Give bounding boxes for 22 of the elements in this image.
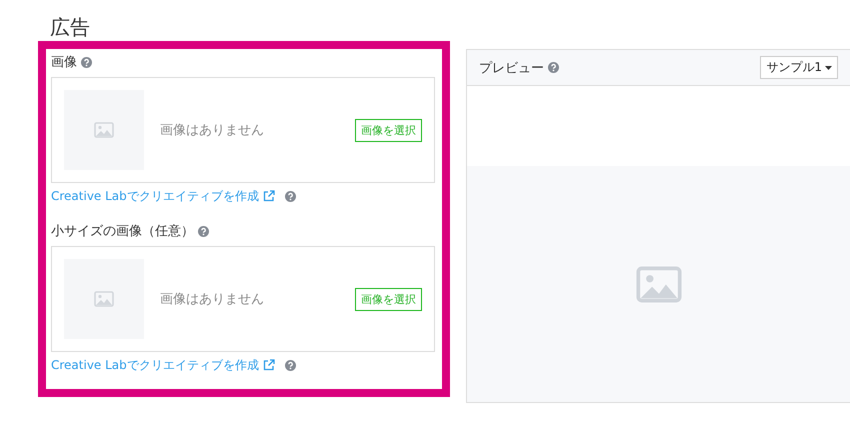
caret-icon	[825, 66, 832, 70]
image-placeholder-icon	[94, 291, 114, 307]
field-label: 画像	[51, 54, 77, 71]
help-icon[interactable]	[548, 62, 559, 73]
select-image-button[interactable]: 画像を選択	[355, 288, 422, 310]
page-title: 広告	[49, 14, 91, 41]
field-label: 小サイズの画像（任意）	[51, 223, 194, 240]
image-placeholder-icon	[94, 122, 114, 138]
empty-message: 画像はありません	[160, 122, 265, 139]
empty-message: 画像はありません	[160, 291, 265, 308]
sample-dropdown[interactable]: サンプル1	[760, 56, 838, 79]
image-placeholder-icon	[636, 266, 682, 302]
create-creative-link[interactable]: Creative Labでクリエイティブを作成	[51, 356, 259, 374]
preview-title: プレビュー	[479, 60, 544, 76]
help-icon[interactable]	[284, 360, 296, 370]
external-link-icon[interactable]	[262, 359, 275, 371]
external-link-icon[interactable]	[262, 190, 275, 202]
help-icon[interactable]	[81, 56, 92, 68]
help-icon[interactable]	[198, 226, 209, 236]
help-icon[interactable]	[284, 190, 296, 202]
select-image-button[interactable]: 画像を選択	[355, 118, 422, 142]
create-creative-link[interactable]: Creative Labでクリエイティブを作成	[51, 188, 259, 204]
